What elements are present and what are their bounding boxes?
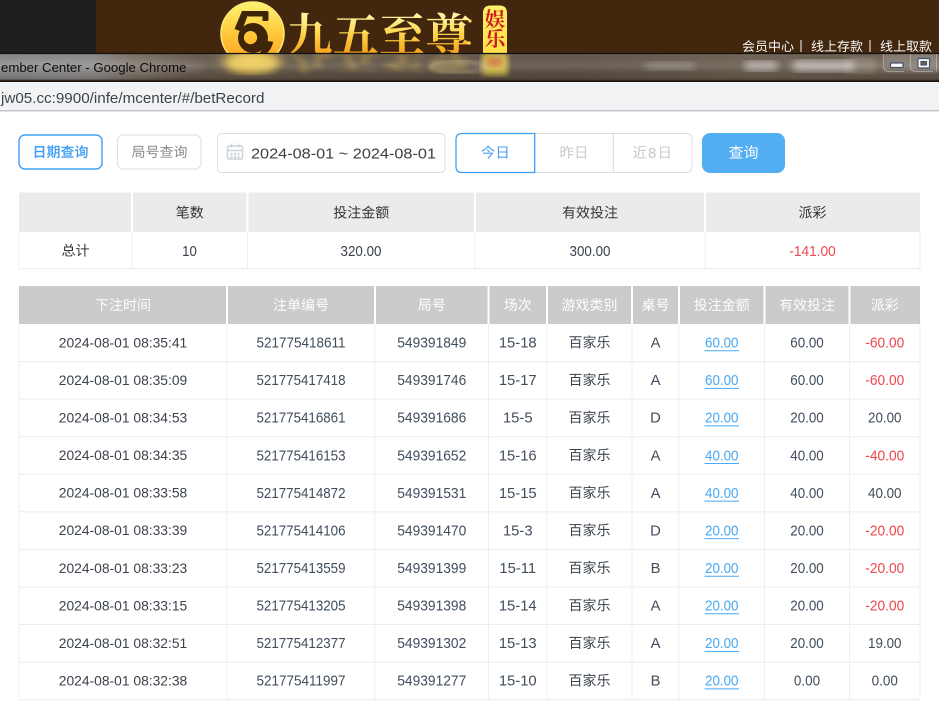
svg-text:-60.00: -60.00 — [865, 373, 904, 389]
svg-text:549391302: 549391302 — [397, 636, 466, 652]
svg-text:521775416153: 521775416153 — [257, 448, 346, 464]
svg-text:549391652: 549391652 — [397, 448, 466, 464]
svg-text:20.00: 20.00 — [705, 674, 739, 690]
svg-text:20.00: 20.00 — [790, 523, 824, 539]
svg-text:jw05.cc:9900/infe/mcenter/#/be: jw05.cc:9900/infe/mcenter/#/betRecord — [0, 90, 264, 107]
svg-text:20.00: 20.00 — [705, 636, 739, 652]
svg-text:20.00: 20.00 — [790, 411, 824, 427]
svg-text:15-3: 15-3 — [503, 523, 533, 539]
svg-text:549391277: 549391277 — [397, 674, 466, 690]
svg-text:-20.00: -20.00 — [865, 561, 904, 577]
svg-text:549391398: 549391398 — [397, 599, 466, 615]
svg-text:-141.00: -141.00 — [789, 244, 835, 260]
svg-text:60.00: 60.00 — [705, 373, 739, 389]
svg-text:2024-08-01 08:35:41: 2024-08-01 08:35:41 — [59, 335, 188, 351]
svg-text:2024-08-01 08:33:39: 2024-08-01 08:33:39 — [59, 523, 188, 539]
svg-text:D: D — [650, 411, 661, 427]
svg-text:-40.00: -40.00 — [865, 448, 904, 464]
svg-text:521775411997: 521775411997 — [257, 674, 346, 690]
svg-text:ember Center - Google Chrome: ember Center - Google Chrome — [1, 60, 186, 75]
svg-text:521775417418: 521775417418 — [257, 373, 346, 389]
svg-text:60.00: 60.00 — [790, 373, 824, 389]
svg-text:20.00: 20.00 — [705, 523, 739, 539]
svg-text:D: D — [650, 523, 661, 539]
svg-text:A: A — [651, 373, 661, 389]
svg-text:A: A — [651, 448, 661, 464]
svg-text:549391686: 549391686 — [397, 411, 466, 427]
svg-text:2024-08-01 08:35:09: 2024-08-01 08:35:09 — [59, 373, 188, 389]
svg-text:20.00: 20.00 — [868, 411, 902, 427]
svg-text:40.00: 40.00 — [790, 486, 824, 502]
svg-text:521775414106: 521775414106 — [257, 523, 346, 539]
svg-text:15-11: 15-11 — [499, 561, 536, 577]
svg-text:521775414872: 521775414872 — [257, 486, 346, 502]
svg-text:20.00: 20.00 — [705, 599, 739, 615]
svg-text:15-14: 15-14 — [499, 599, 537, 615]
svg-text:549391470: 549391470 — [397, 523, 466, 539]
svg-text:19.00: 19.00 — [868, 636, 902, 652]
svg-text:-20.00: -20.00 — [865, 599, 904, 615]
svg-text:2024-08-01 08:33:23: 2024-08-01 08:33:23 — [59, 561, 188, 577]
svg-text:549391399: 549391399 — [397, 561, 466, 577]
svg-text:15-15: 15-15 — [499, 486, 537, 502]
svg-text:20.00: 20.00 — [705, 411, 739, 427]
svg-text:0.00: 0.00 — [872, 674, 898, 690]
svg-text:521775413559: 521775413559 — [257, 561, 346, 577]
svg-text:40.00: 40.00 — [705, 448, 739, 464]
svg-text:-20.00: -20.00 — [865, 523, 904, 539]
svg-text:2024-08-01 ~ 2024-08-01: 2024-08-01 ~ 2024-08-01 — [251, 145, 436, 162]
svg-text:2024-08-01 08:33:58: 2024-08-01 08:33:58 — [59, 486, 188, 502]
svg-text:10: 10 — [182, 244, 197, 260]
svg-text:15-17: 15-17 — [499, 373, 537, 389]
svg-text:320.00: 320.00 — [341, 244, 382, 260]
svg-text:40.00: 40.00 — [790, 448, 824, 464]
svg-text:-60.00: -60.00 — [865, 336, 904, 352]
svg-text:549391531: 549391531 — [397, 486, 466, 502]
svg-text:60.00: 60.00 — [790, 336, 824, 352]
svg-text:40.00: 40.00 — [868, 486, 902, 502]
svg-text:15-13: 15-13 — [499, 636, 537, 652]
svg-text:15-18: 15-18 — [499, 336, 537, 352]
svg-text:60.00: 60.00 — [705, 336, 739, 352]
svg-text:20.00: 20.00 — [790, 561, 824, 577]
svg-text:A: A — [651, 599, 661, 615]
svg-text:A: A — [651, 636, 661, 652]
svg-text:300.00: 300.00 — [570, 244, 611, 260]
svg-text:40.00: 40.00 — [705, 486, 739, 502]
svg-text:A: A — [651, 486, 661, 502]
svg-text:549391746: 549391746 — [397, 373, 466, 389]
svg-text:2024-08-01 08:34:53: 2024-08-01 08:34:53 — [59, 410, 188, 426]
svg-text:2024-08-01 08:32:51: 2024-08-01 08:32:51 — [59, 636, 188, 652]
svg-text:20.00: 20.00 — [790, 599, 824, 615]
svg-text:521775418611: 521775418611 — [257, 336, 346, 352]
svg-text:0.00: 0.00 — [794, 674, 820, 690]
svg-text:2024-08-01 08:34:35: 2024-08-01 08:34:35 — [59, 448, 188, 464]
svg-text:521775416861: 521775416861 — [257, 411, 346, 427]
svg-text:521775412377: 521775412377 — [257, 636, 346, 652]
svg-text:20.00: 20.00 — [790, 636, 824, 652]
svg-text:2024-08-01 08:33:15: 2024-08-01 08:33:15 — [59, 598, 188, 614]
svg-text:8: 8 — [648, 145, 656, 162]
svg-text:20.00: 20.00 — [705, 561, 739, 577]
svg-text:B: B — [651, 674, 661, 690]
svg-text:2024-08-01 08:32:38: 2024-08-01 08:32:38 — [59, 673, 188, 689]
svg-text:15-16: 15-16 — [499, 448, 537, 464]
svg-text:15-5: 15-5 — [503, 411, 533, 427]
svg-text:A: A — [651, 336, 661, 352]
svg-text:15-10: 15-10 — [499, 674, 537, 690]
svg-text:B: B — [651, 561, 661, 577]
svg-text:549391849: 549391849 — [397, 336, 466, 352]
svg-text:521775413205: 521775413205 — [257, 599, 346, 615]
